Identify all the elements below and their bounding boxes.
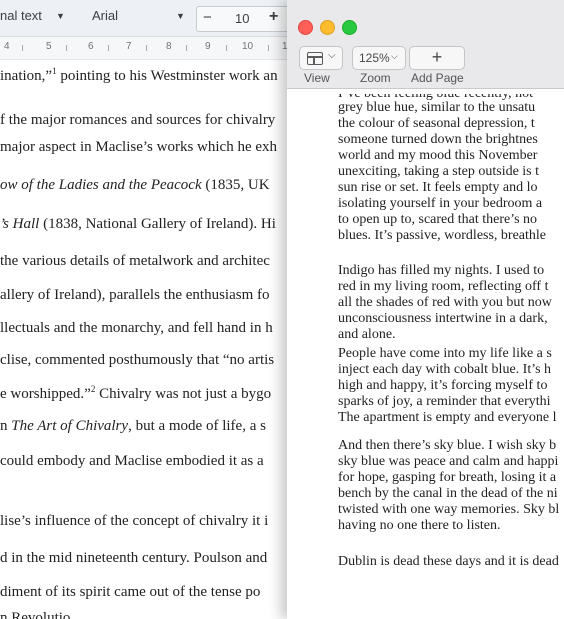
doc-line: ination,”1 pointing to his Westminster w… bbox=[0, 66, 278, 84]
doc-line: unexciting, taking a step outside is t bbox=[338, 164, 540, 179]
ruler-number: 8 bbox=[166, 41, 172, 52]
doc-line: lise’s influence of the concept of chiva… bbox=[0, 513, 269, 529]
add-page-label: Add Page bbox=[411, 71, 464, 85]
doc-line: sky blue was peace and calm and happi bbox=[338, 454, 559, 469]
doc-line: bench by the canal in the dead of the ni bbox=[338, 486, 558, 501]
doc-line: the colour of seasonal depression, t bbox=[338, 116, 535, 131]
doc-line: all the shades of red with you but now bbox=[338, 295, 552, 310]
font-family-dropdown[interactable]: Arial bbox=[92, 8, 118, 23]
doc-line: Indigo has filled my nights. I used to bbox=[338, 263, 545, 278]
ruler-number: 7 bbox=[126, 41, 132, 52]
horizontal-ruler[interactable]: 4 5 6 7 8 9 10 1 bbox=[0, 37, 300, 60]
ruler-tick bbox=[146, 45, 147, 51]
doc-line: the various details of metalwork and arc… bbox=[0, 253, 270, 269]
decrease-font-size-button[interactable]: − bbox=[203, 9, 212, 26]
view-button[interactable]: ⌵ bbox=[299, 46, 343, 70]
docs-document-body[interactable]: ination,”1 pointing to his Westminster w… bbox=[0, 60, 300, 619]
doc-line: n Revolutio bbox=[0, 610, 71, 619]
ruler-tick bbox=[186, 45, 187, 51]
caret-down-icon[interactable]: ▼ bbox=[56, 11, 65, 21]
doc-line: llectuals and the monarchy, and fell han… bbox=[0, 320, 273, 336]
doc-line: The apartment is empty and everyone l bbox=[338, 410, 557, 425]
ruler-tick bbox=[108, 45, 109, 51]
doc-line: allery of Ireland), parallels the enthus… bbox=[0, 287, 270, 303]
caret-down-icon[interactable]: ▼ bbox=[176, 11, 185, 21]
ruler-number: 10 bbox=[242, 41, 254, 52]
add-page-button[interactable]: + bbox=[409, 46, 465, 70]
minimize-window-button[interactable] bbox=[320, 20, 335, 35]
ruler-tick bbox=[268, 45, 269, 51]
doc-line: Dublin is dead these days and it is dead bbox=[338, 554, 559, 569]
doc-line: having no one there to listen. bbox=[338, 518, 501, 533]
doc-line: clise, commented posthumously that “no a… bbox=[0, 352, 275, 368]
doc-line: inject each day with cobalt blue. It’s h bbox=[338, 362, 552, 377]
doc-line: People have come into my life like a s bbox=[338, 346, 552, 361]
doc-line: ow of the Ladies and the Peacock (1835, … bbox=[0, 177, 270, 193]
pages-document-body[interactable]: I’ve been feeling blue recently, not gre… bbox=[287, 89, 564, 619]
doc-line: e worshipped.”2 Chivalry was not just a … bbox=[0, 384, 272, 402]
close-window-button[interactable] bbox=[298, 20, 313, 35]
zoom-value: 125% bbox=[359, 51, 390, 65]
fullscreen-window-button[interactable] bbox=[342, 20, 357, 35]
doc-line: And then there’s sky blue. I wish sky b bbox=[338, 438, 557, 453]
doc-line: to open up to, scared that there’s no bbox=[338, 212, 538, 227]
zoom-label: Zoom bbox=[360, 71, 391, 85]
pages-toolbar: ⌵ 125% ⌵ + View Zoom Add Page bbox=[287, 0, 564, 89]
doc-line: someone turned down the brightnes bbox=[338, 132, 538, 147]
pages-window: ⌵ 125% ⌵ + View Zoom Add Page I’ve been … bbox=[287, 0, 564, 619]
doc-line: isolating yourself in your bedroom a bbox=[338, 196, 543, 211]
doc-line: diment of its spirit came out of the ten… bbox=[0, 584, 261, 600]
doc-line: and alone. bbox=[338, 327, 396, 342]
doc-line: high and happy, it’s forcing myself to bbox=[338, 378, 548, 393]
doc-line: major aspect in Maclise’s works which he… bbox=[0, 139, 278, 155]
doc-line: red in my living room, reflecting off t bbox=[338, 279, 549, 294]
chevron-down-icon: ⌵ bbox=[328, 50, 336, 61]
doc-line: grey blue hue, similar to the unsatu bbox=[338, 100, 536, 115]
doc-line: f the major romances and sources for chi… bbox=[0, 112, 276, 128]
ruler-number: 4 bbox=[4, 41, 10, 52]
increase-font-size-button[interactable]: + bbox=[269, 8, 278, 26]
paragraph-style-dropdown[interactable]: nal text bbox=[0, 8, 42, 23]
ruler-tick bbox=[66, 45, 67, 51]
doc-line: twisted with one way memories. Sky bl bbox=[338, 502, 560, 517]
ruler-tick bbox=[226, 45, 227, 51]
doc-line: sun rise or set. It feels empty and lo bbox=[338, 180, 538, 195]
chevron-down-icon: ⌵ bbox=[391, 51, 398, 61]
sidebar-layout-icon bbox=[307, 52, 323, 65]
font-size-control: − 10 + bbox=[196, 6, 290, 32]
view-label: View bbox=[304, 71, 330, 85]
docs-window: nal text ▼ Arial ▼ − 10 + 4 5 6 7 8 9 10… bbox=[0, 0, 300, 619]
doc-line: sparks of joy, a reminder that everythi bbox=[338, 394, 551, 409]
plus-icon: + bbox=[431, 47, 443, 67]
ruler-tick bbox=[22, 45, 23, 51]
ruler-number: 9 bbox=[205, 41, 211, 52]
docs-toolbar: nal text ▼ Arial ▼ − 10 + bbox=[0, 0, 300, 37]
doc-line: unconsciousness intertwine in a dark, bbox=[338, 311, 548, 326]
ruler-number: 6 bbox=[88, 41, 94, 52]
doc-line: n The Art of Chivalry, but a mode of lif… bbox=[0, 418, 266, 434]
font-size-input[interactable]: 10 bbox=[235, 11, 249, 26]
ruler-number: 5 bbox=[46, 41, 52, 52]
doc-line: blues. It’s passive, wordless, breathle bbox=[338, 228, 547, 243]
doc-line: ’s Hall (1838, National Gallery of Irela… bbox=[0, 216, 276, 232]
doc-line: d in the mid nineteenth century. Poulson… bbox=[0, 550, 268, 566]
doc-line: for hope, gasping for breath, losing it … bbox=[338, 470, 557, 485]
zoom-dropdown[interactable]: 125% ⌵ bbox=[352, 46, 406, 70]
doc-line: could embody and Maclise embodied it as … bbox=[0, 453, 264, 469]
doc-line: world and my mood this November bbox=[338, 148, 538, 163]
